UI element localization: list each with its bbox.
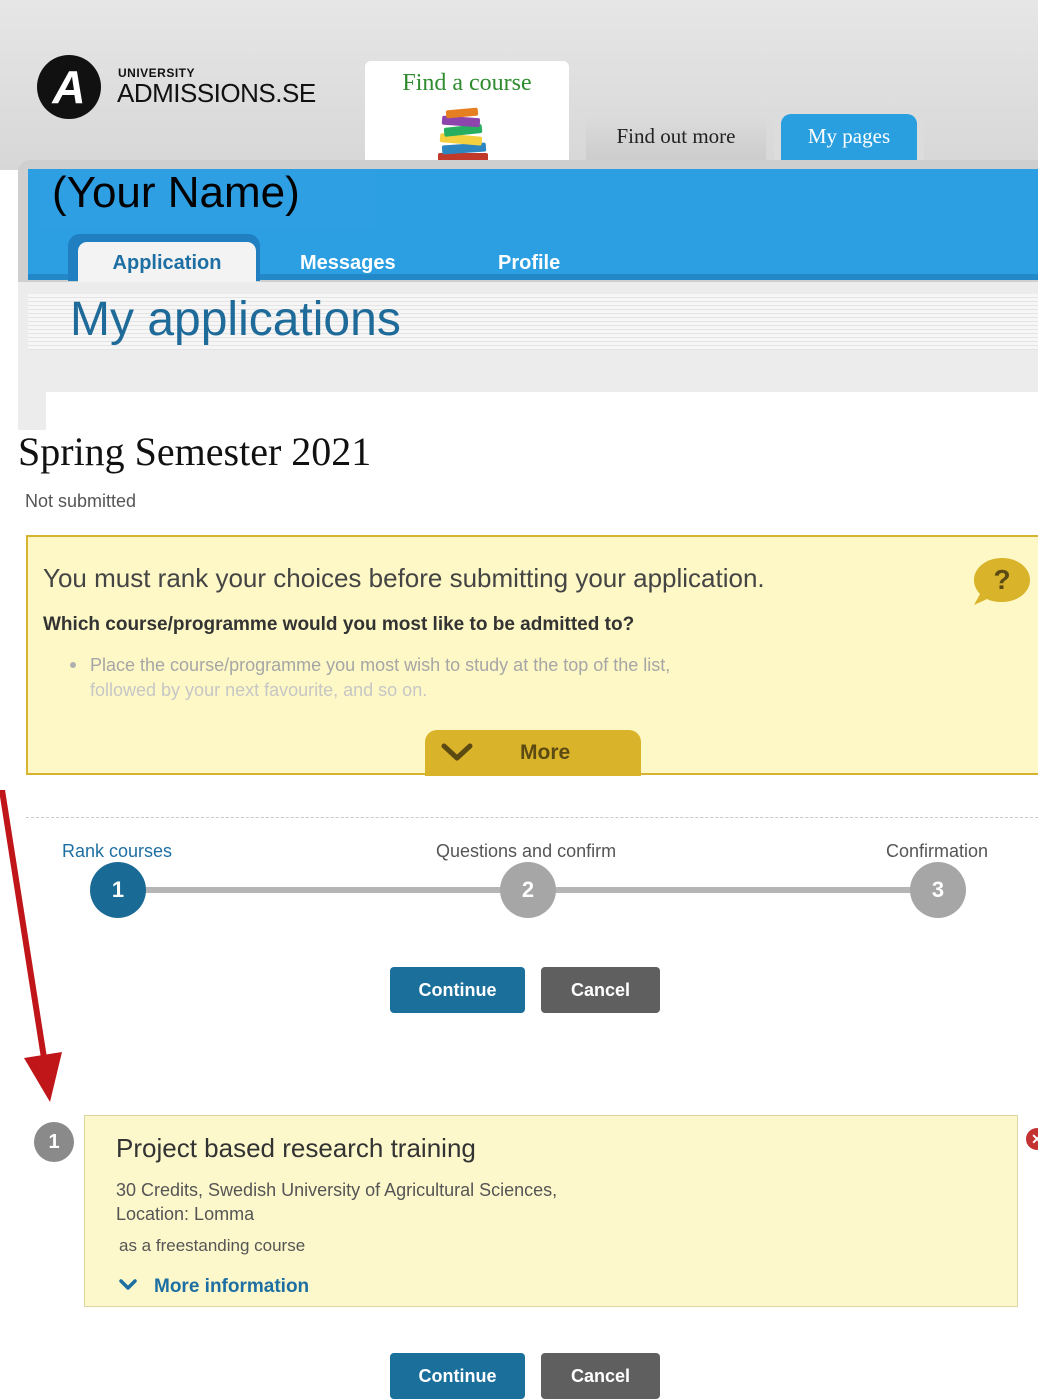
course-title: Project based research training: [116, 1133, 476, 1163]
info-box-title: You must rank your choices before submit…: [43, 563, 765, 593]
cancel-button[interactable]: Cancel: [541, 967, 660, 1013]
divider: [26, 817, 1038, 818]
user-name: (Your Name): [52, 168, 300, 217]
continue-button[interactable]: Continue: [390, 967, 525, 1013]
rank-badge: 1: [34, 1122, 74, 1162]
step-3-indicator: 3: [910, 862, 966, 918]
question-bubble-icon[interactable]: ?: [972, 556, 1032, 606]
info-box-bullet-line2: followed by your next favourite, and so …: [90, 680, 428, 700]
continue-button[interactable]: Continue: [390, 1353, 525, 1399]
info-box-bullet-line1: Place the course/programme you most wish…: [90, 655, 671, 675]
more-information-link[interactable]: More information: [154, 1276, 309, 1298]
logo-letter: A: [52, 61, 86, 113]
step-2-indicator: 2: [500, 862, 556, 918]
chevron-down-icon[interactable]: [119, 1278, 137, 1292]
step-1-indicator: 1: [90, 862, 146, 918]
step-label-questions: Questions and confirm: [436, 841, 617, 861]
course-credits-university: 30 Credits, Swedish University of Agricu…: [116, 1180, 558, 1200]
step-connector: [528, 887, 938, 893]
application-status: Not submitted: [25, 491, 137, 511]
svg-text:?: ?: [993, 564, 1010, 595]
tab-application-label[interactable]: Application: [78, 252, 256, 275]
chevron-down-icon[interactable]: [440, 740, 474, 764]
page-title: My applications: [70, 293, 401, 346]
books-icon: [438, 107, 488, 163]
course-type: as a freestanding course: [119, 1236, 306, 1255]
info-box-question: Which course/programme would you most li…: [43, 614, 635, 635]
logo-text[interactable]: ADMISSIONS.SE: [117, 78, 316, 109]
content-left-border: [18, 392, 46, 430]
remove-x-icon[interactable]: ✕: [1026, 1128, 1038, 1150]
step-label-confirmation: Confirmation: [886, 841, 989, 861]
tab-profile[interactable]: Profile: [498, 252, 560, 275]
tab-find-out-more-label[interactable]: Find out more: [586, 124, 766, 149]
tab-find-a-course-label[interactable]: Find a course: [365, 70, 569, 97]
annotation-arrow-icon: [0, 790, 62, 1102]
content-area: [46, 392, 1038, 430]
step-label-rank-courses: Rank courses: [62, 841, 173, 861]
semester-heading: Spring Semester 2021: [18, 429, 372, 474]
step-connector: [120, 887, 528, 893]
cancel-button[interactable]: Cancel: [541, 1353, 660, 1399]
tab-messages[interactable]: Messages: [300, 252, 396, 275]
bullet-icon: [70, 662, 76, 668]
more-toggle-label[interactable]: More: [520, 741, 570, 765]
tab-my-pages-label[interactable]: My pages: [781, 124, 917, 149]
course-location: Location: Lomma: [116, 1204, 255, 1224]
